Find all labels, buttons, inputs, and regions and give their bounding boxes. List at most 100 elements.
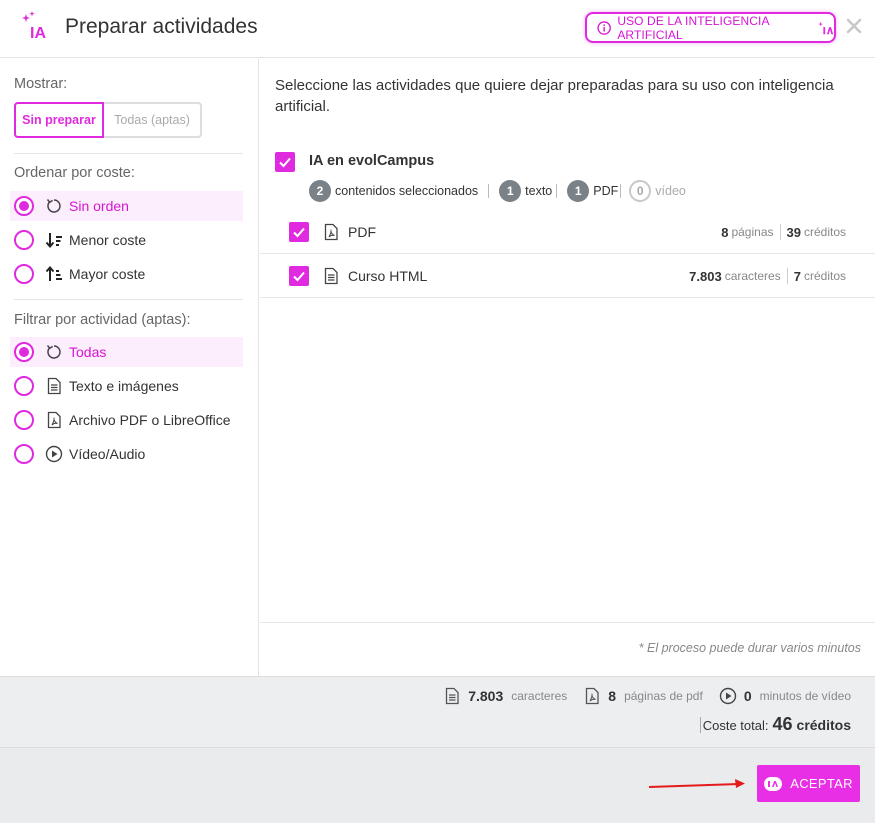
- filter-sidebar: Mostrar: Sin preparar Todas (aptas) Orde…: [0, 59, 259, 676]
- activity-name: Curso HTML: [348, 268, 428, 284]
- divider: [699, 716, 701, 733]
- activity-credits-unit: créditos: [803, 225, 846, 239]
- radio-button[interactable]: [14, 342, 34, 362]
- radio-button[interactable]: [14, 444, 34, 464]
- order-option-lowest[interactable]: Menor coste: [10, 225, 243, 255]
- order-option-highest[interactable]: Mayor coste: [10, 259, 243, 289]
- divider: [556, 184, 558, 198]
- document-icon: [47, 377, 61, 395]
- activity-amount: 8: [721, 224, 729, 240]
- order-option-none[interactable]: Sin orden: [10, 191, 243, 221]
- play-icon: [45, 445, 63, 463]
- filter-option-video[interactable]: Vídeo/Audio: [10, 439, 243, 469]
- show-toggle: Sin preparar Todas (aptas): [14, 102, 202, 138]
- show-all-button[interactable]: Todas (aptas): [104, 102, 202, 138]
- group-checkbox[interactable]: [275, 152, 295, 172]
- filter-option-label: Texto e imágenes: [69, 378, 179, 394]
- arrow-annotation-icon: [649, 779, 745, 788]
- summary-characters: 7.803 caracteres: [443, 687, 567, 705]
- total-cost-label: Coste total:: [702, 718, 769, 733]
- filter-label: Filtrar por actividad (aptas):: [14, 312, 191, 328]
- total-cost: Coste total: 46 créditos: [699, 714, 851, 735]
- summary-pdf-pages-value: 8: [608, 688, 617, 704]
- selected-count-badge: 2: [309, 180, 331, 202]
- ia-sparkle-icon: [818, 21, 834, 34]
- check-icon: [293, 271, 305, 282]
- show-unprepared-button[interactable]: Sin preparar: [14, 102, 104, 138]
- ai-usage-label: USO DE LA INTELIGENCIA ARTIFICIAL: [617, 13, 769, 42]
- activity-checkbox[interactable]: [289, 266, 309, 286]
- activity-row-pdf[interactable]: PDF 8 páginas 39 créditos: [260, 211, 875, 254]
- filter-option-text[interactable]: Texto e imágenes: [10, 371, 243, 401]
- filter-option-label: Vídeo/Audio: [69, 446, 146, 462]
- radio-button[interactable]: [14, 230, 34, 250]
- dialog-title: Preparar actividades: [65, 15, 258, 38]
- activity-row-html[interactable]: Curso HTML 7.803 caracteres 7 créditos: [260, 255, 875, 298]
- ia-icon: [764, 776, 783, 791]
- dialog-header: IA Preparar actividades USO DE LA INTELI…: [0, 0, 875, 58]
- order-label: Ordenar por coste:: [14, 165, 135, 181]
- activities-panel: Seleccione las actividades que quiere de…: [260, 59, 875, 676]
- ai-usage-button[interactable]: USO DE LA INTELIGENCIA ARTIFICIAL: [585, 12, 836, 43]
- filter-option-label: Todas: [69, 344, 107, 360]
- selection-stats: 2 contenidos seleccionados 1 texto 1 PDF…: [309, 179, 686, 203]
- total-cost-unit: créditos: [796, 717, 851, 733]
- activity-credits-unit: créditos: [803, 269, 846, 283]
- sort-descending-icon: [45, 265, 62, 281]
- radio-button[interactable]: [14, 410, 34, 430]
- activity-name: PDF: [348, 224, 376, 240]
- filter-option-label: Archivo PDF o LibreOffice: [69, 412, 231, 428]
- radio-button[interactable]: [14, 264, 34, 284]
- summary-video-minutes-value: 0: [743, 688, 752, 704]
- filter-option-pdf[interactable]: Archivo PDF o LibreOffice: [10, 405, 243, 435]
- filter-option-all[interactable]: Todas: [10, 337, 243, 367]
- divider: [779, 224, 781, 240]
- pdf-file-icon: [47, 411, 61, 429]
- check-icon: [279, 157, 291, 168]
- dialog-footer: ACEPTAR: [0, 747, 875, 823]
- intro-text: Seleccione las actividades que quiere de…: [275, 77, 834, 115]
- radio-button[interactable]: [14, 376, 34, 396]
- group-title: IA en evolCampus: [309, 153, 435, 169]
- summary-video-minutes: 0 minutos de vídeo: [719, 687, 851, 705]
- activity-amount-unit: caracteres: [724, 269, 781, 283]
- ia-logo-icon: IA: [22, 11, 46, 41]
- divider: [620, 184, 622, 198]
- selected-count-label: contenidos seleccionados: [335, 184, 479, 198]
- ia-logo-text: IA: [30, 25, 46, 41]
- sort-ascending-icon: [45, 233, 62, 249]
- activity-checkbox[interactable]: [289, 222, 309, 242]
- pdf-file-icon: [586, 687, 599, 705]
- activity-credits: 39: [786, 224, 801, 240]
- divider: [14, 153, 243, 154]
- pdf-file-icon: [324, 223, 338, 241]
- cost-summary: 7.803 caracteres 8 páginas de pdf 0 minu…: [0, 676, 875, 747]
- video-count-label: vídeo: [655, 184, 686, 198]
- info-icon: [597, 20, 611, 35]
- divider: [488, 184, 490, 198]
- divider: [786, 268, 788, 284]
- pdf-count-label: PDF: [593, 184, 619, 198]
- text-count-label: texto: [525, 184, 553, 198]
- summary-pdf-pages: 8 páginas de pdf: [583, 687, 703, 705]
- pdf-count-badge: 1: [567, 180, 590, 202]
- video-count-badge: 0: [629, 180, 652, 202]
- activity-cost: 8 páginas 39 créditos: [721, 224, 846, 240]
- close-icon[interactable]: [846, 18, 862, 34]
- divider: [14, 299, 243, 300]
- activity-cost: 7.803 caracteres 7 créditos: [689, 268, 846, 284]
- summary-pdf-pages-label: páginas de pdf: [624, 689, 703, 703]
- accept-button[interactable]: ACEPTAR: [757, 765, 860, 802]
- document-icon: [324, 267, 338, 285]
- radio-button[interactable]: [14, 196, 34, 216]
- show-label: Mostrar:: [14, 76, 68, 92]
- order-option-label: Menor coste: [69, 232, 147, 248]
- accept-label: ACEPTAR: [790, 776, 853, 791]
- activity-credits: 7: [793, 268, 801, 284]
- activity-amount: 7.803: [689, 268, 722, 284]
- play-icon: [719, 687, 737, 705]
- panel-footer: * El proceso puede durar varios minutos: [260, 622, 875, 676]
- order-option-label: Sin orden: [69, 198, 129, 214]
- order-option-label: Mayor coste: [69, 266, 146, 282]
- process-note: * El proceso puede durar varios minutos: [638, 641, 861, 655]
